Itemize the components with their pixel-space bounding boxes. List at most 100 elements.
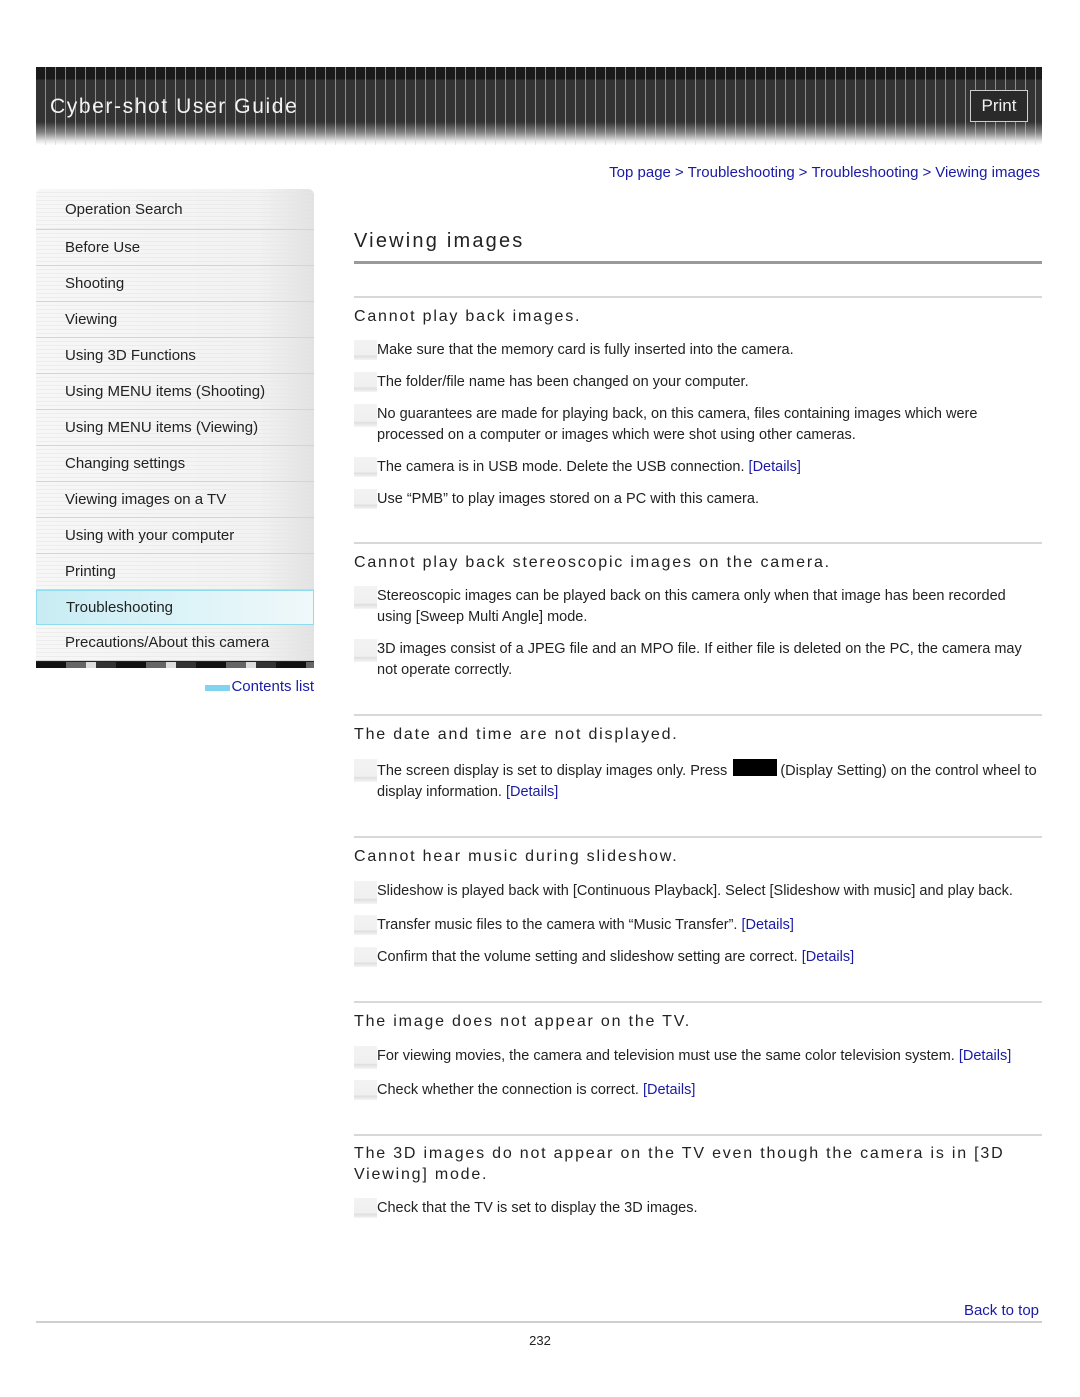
section-title: The 3D images do not appear on the TV ev… [354,1145,1005,1183]
breadcrumb-viewing-images[interactable]: Viewing images [935,164,1040,181]
page-title: Viewing images [354,230,525,252]
section-image-not-on-tv: The image does not appear on the TV. For… [354,1001,1042,1101]
item-text: Transfer music files to the camera with … [377,915,1042,936]
sidebar-item-viewing-on-tv[interactable]: Viewing images on a TV [36,482,314,518]
breadcrumb-troubleshooting[interactable]: Troubleshooting [688,164,795,181]
breadcrumb-separator: > [798,164,808,181]
item-text: Check that the TV is set to display the … [377,1200,698,1216]
breadcrumb-separator: > [922,164,932,181]
bullet-icon [354,759,377,782]
contents-list-label: Contents list [231,678,314,695]
breadcrumb-top-page[interactable]: Top page [609,164,671,181]
back-to-top-link[interactable]: Back to top [964,1302,1039,1319]
item-text-body: Transfer music files to the camera with … [377,917,742,933]
section-title: The date and time are not displayed. [354,726,679,743]
bullet-icon [354,1080,377,1100]
item-text-before: The screen display is set to display ima… [377,763,732,779]
print-button[interactable]: Print [970,90,1028,122]
list-item: The folder/file name has been changed on… [354,372,1042,393]
bullet-icon [354,639,377,662]
contents-list-icon [205,685,231,691]
sidebar-item-using-with-computer[interactable]: Using with your computer [36,518,314,554]
list-item: Check whether the connection is correct.… [354,1080,1042,1101]
title-divider [354,261,1042,264]
sidebar-item-printing[interactable]: Printing [36,554,314,590]
main-content: Viewing images Cannot play back images. … [354,230,1042,1219]
item-text-body: The camera is in USB mode. Delete the US… [377,459,749,475]
item-text: The camera is in USB mode. Delete the US… [377,457,1042,478]
item-text: Slideshow is played back with [Continuou… [377,883,1013,899]
sidebar-nav: Operation Search Before Use Shooting Vie… [36,189,314,668]
item-text-body: Confirm that the volume setting and slid… [377,949,802,965]
bullet-icon [354,404,377,427]
bullet-icon [354,586,377,609]
contents-list-link[interactable]: Contents list [36,678,314,695]
footer-divider [36,1321,1042,1323]
item-text-body: For viewing movies, the camera and telev… [377,1048,959,1064]
sidebar-item-viewing[interactable]: Viewing [36,302,314,338]
section-cannot-play-back: Cannot play back images. Make sure that … [354,296,1042,510]
details-link[interactable]: [Details] [802,949,854,965]
bullet-icon [354,1046,377,1069]
details-link[interactable]: [Details] [959,1048,1011,1064]
page-number: 232 [529,1333,551,1348]
list-item: Check that the TV is set to display the … [354,1198,1042,1219]
details-link[interactable]: [Details] [741,917,793,933]
sidebar-item-shooting[interactable]: Shooting [36,266,314,302]
breadcrumb: Top page > Troubleshooting > Troubleshooting… [609,164,1040,181]
section-title: Cannot hear music during slideshow. [354,848,679,865]
header-banner: Cyber-shot User Guide Print [36,67,1042,145]
bullet-icon [354,915,377,935]
bullet-icon [354,372,377,392]
item-text: For viewing movies, the camera and telev… [377,1046,1042,1067]
sidebar-item-menu-viewing[interactable]: Using MENU items (Viewing) [36,410,314,446]
list-item: Slideshow is played back with [Continuou… [354,881,1042,904]
breadcrumb-troubleshooting-sub[interactable]: Troubleshooting [811,164,918,181]
details-link[interactable]: [Details] [749,459,801,475]
guide-title: Cyber-shot User Guide [50,95,299,118]
section-3d-not-on-tv: The 3D images do not appear on the TV ev… [354,1134,1042,1219]
sidebar-item-troubleshooting[interactable]: Troubleshooting [36,590,314,625]
item-text: 3D images consist of a JPEG file and an … [377,641,1022,678]
sidebar-item-using-3d-functions[interactable]: Using 3D Functions [36,338,314,374]
item-text-body: Check whether the connection is correct. [377,1082,643,1098]
sidebar-item-menu-shooting[interactable]: Using MENU items (Shooting) [36,374,314,410]
list-item: For viewing movies, the camera and telev… [354,1046,1042,1069]
list-item: Stereoscopic images can be played back o… [354,586,1042,628]
item-text: No guarantees are made for playing back,… [377,406,978,443]
sidebar-item-operation-search[interactable]: Operation Search [36,189,314,230]
bullet-icon [354,947,377,967]
details-link[interactable]: [Details] [506,784,558,800]
list-item: Make sure that the memory card is fully … [354,340,1042,361]
item-text: Use “PMB” to play images stored on a PC … [377,491,759,507]
details-link[interactable]: [Details] [643,1082,695,1098]
section-date-time: The date and time are not displayed. The… [354,714,1042,803]
section-stereoscopic: Cannot play back stereoscopic images on … [354,542,1042,681]
list-item: Confirm that the volume setting and slid… [354,947,1042,968]
section-slideshow-music: Cannot hear music during slideshow. Slid… [354,836,1042,968]
list-item: The screen display is set to display ima… [354,759,1042,803]
list-item: Transfer music files to the camera with … [354,915,1042,936]
sidebar-bottom-border [36,661,314,668]
list-item: No guarantees are made for playing back,… [354,404,1042,446]
section-title: Cannot play back images. [354,308,582,325]
item-text: Confirm that the volume setting and slid… [377,947,1042,968]
bullet-icon [354,457,377,477]
item-text: Make sure that the memory card is fully … [377,342,794,358]
list-item: Use “PMB” to play images stored on a PC … [354,489,1042,510]
item-text: Stereoscopic images can be played back o… [377,588,1006,625]
bullet-icon [354,489,377,509]
bullet-icon [354,1198,377,1218]
item-text: Check whether the connection is correct.… [377,1080,1042,1101]
list-item: 3D images consist of a JPEG file and an … [354,639,1042,681]
section-title: The image does not appear on the TV. [354,1013,691,1030]
list-item: The camera is in USB mode. Delete the US… [354,457,1042,478]
sidebar-item-changing-settings[interactable]: Changing settings [36,446,314,482]
section-title: Cannot play back stereoscopic images on … [354,554,831,571]
item-text: The screen display is set to display ima… [377,759,1042,803]
sidebar-item-before-use[interactable]: Before Use [36,230,314,266]
item-text: The folder/file name has been changed on… [377,374,749,390]
breadcrumb-separator: > [674,164,684,181]
sidebar-item-precautions[interactable]: Precautions/About this camera [36,625,314,661]
display-setting-key-icon [733,759,778,776]
